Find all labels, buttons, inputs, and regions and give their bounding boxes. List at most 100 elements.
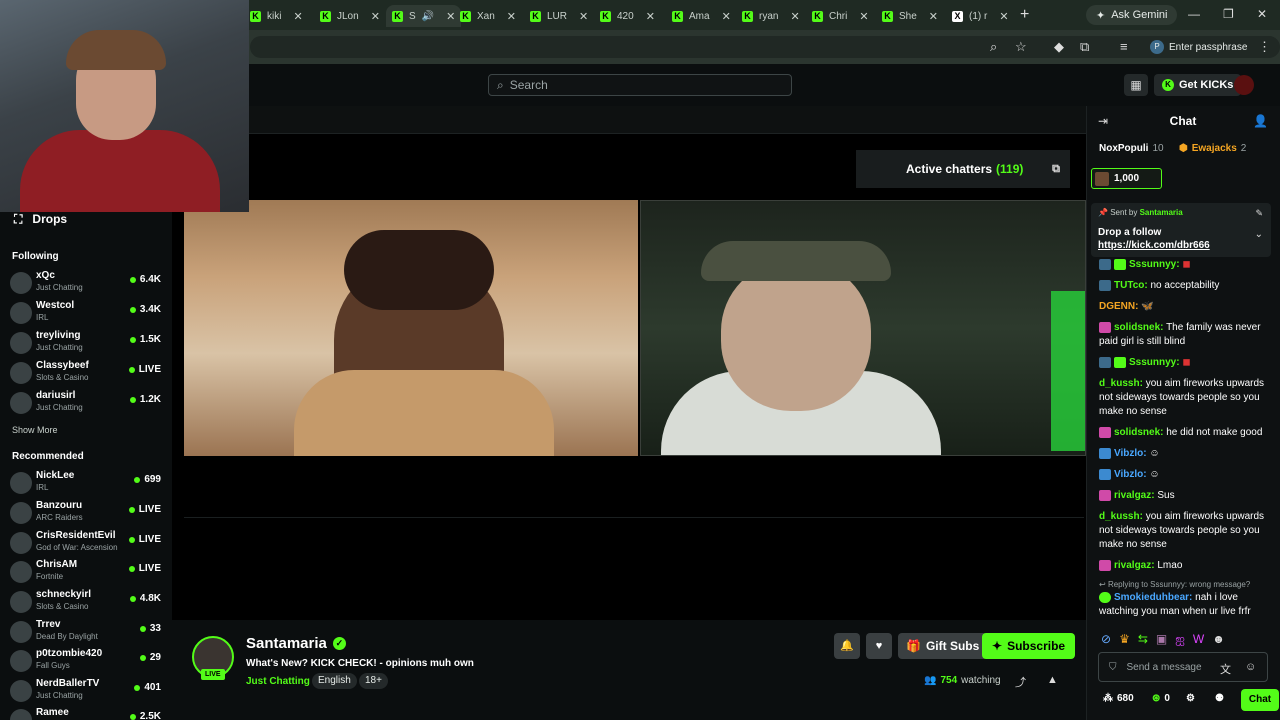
sidebar-channel[interactable]: Ramee 2.5K [10,707,165,720]
emote-icon[interactable]: ⊘ [1101,632,1111,648]
close-tab-icon[interactable]: ✕ [579,10,588,23]
sidebar-channel[interactable]: NerdBallerTV Just Chatting 401 [10,678,165,706]
streamer-name[interactable]: Santamaria ✓ [246,635,346,652]
share-icon[interactable]: ⤴ [1015,674,1026,690]
layout-icon[interactable]: ▦ [1124,74,1148,96]
emote-icon[interactable]: ⇆ [1138,632,1148,648]
media-icon[interactable]: ≡ [1120,39,1128,54]
browser-tab[interactable]: K Xan ✕ [460,5,516,27]
subscribe-button[interactable]: ✦ Subscribe [982,633,1076,659]
gift-subs-button[interactable]: 🎁 Gift Subs [898,633,988,659]
sidebar-channel[interactable]: p0tzombie420 Fall Guys 29 [10,648,165,676]
sidebar-channel[interactable]: dariusirl Just Chatting 1.2K [10,390,165,418]
close-tab-icon[interactable]: ✕ [507,10,516,23]
tip-highlight[interactable]: 1,000 [1091,168,1162,189]
close-tab-icon[interactable]: ✕ [722,10,731,23]
sidebar-channel[interactable]: treyliving Just Chatting 1.5K [10,330,165,358]
browser-tab[interactable]: X (1) r ✕ [952,5,1009,27]
sidebar-channel[interactable]: Westcol IRL 3.4K [10,300,165,328]
browser-tab[interactable]: K Ama ✕ [672,5,731,27]
emote-icon[interactable]: ♛ [1119,632,1130,648]
tag-language[interactable]: English [312,673,357,689]
audio-icon[interactable]: 🔊 [422,11,434,22]
bookmark-star-icon[interactable]: ☆ [1015,39,1027,55]
chat-message[interactable]: solidsnek: he did not make good [1099,426,1269,440]
chat-message[interactable]: d_kussh: you aim fireworks upwards not s… [1099,377,1269,419]
active-chatters-panel[interactable]: Active chatters (119) ⧉ [856,150,1070,188]
top-tipper[interactable]: ⬢ Ewajacks 2 [1179,143,1246,154]
sidebar-channel[interactable]: NickLee IRL 699 [10,470,165,498]
chat-message[interactable]: rivalgaz: Sus [1099,489,1269,503]
translate-icon[interactable]: 文 [1220,661,1231,677]
unpin-icon[interactable]: ✎ [1255,208,1263,219]
search-input[interactable]: ⌕ Search [488,74,792,96]
pinned-link[interactable]: https://kick.com/dbr666 [1098,240,1210,251]
tag-mature[interactable]: 18+ [359,673,388,689]
close-window-icon[interactable]: ✕ [1257,7,1267,21]
chat-message[interactable]: Sssunnyy: ◼ [1099,258,1269,272]
browser-tab[interactable]: K JLon ✕ [320,5,380,27]
close-tab-icon[interactable]: ✕ [371,10,380,23]
sidebar-channel[interactable]: ChrisAM Fortnite LIVE [10,559,165,587]
chat-message[interactable]: d_kussh: you aim fireworks upwards not s… [1099,510,1269,552]
sidebar-channel[interactable]: Banzouru ARC Raiders LIVE [10,500,165,528]
zoom-icon[interactable]: ⌕ [990,39,997,55]
chat-message[interactable]: rivalgaz: Lmao [1099,559,1269,573]
browser-tab[interactable]: K 420 ✕ [600,5,655,27]
emoji-icon[interactable]: ☺ [1245,661,1256,673]
browser-tab[interactable]: K LUR ✕ [530,5,588,27]
close-tab-icon[interactable]: ✕ [999,10,1008,23]
browser-tab[interactable]: K Chri ✕ [812,5,869,27]
browser-tab[interactable]: Kryan ✕ [742,5,800,27]
chat-message[interactable]: Vibzlo: ☺ [1099,447,1269,461]
emote-icon[interactable]: W [1193,632,1204,648]
extension-icon[interactable]: ◆ [1054,39,1064,55]
points-balance[interactable]: ⁂ 680 [1103,693,1134,704]
emote-menu-icon[interactable]: ⚉ [1215,693,1224,704]
browser-tab[interactable]: K She ✕ [882,5,938,27]
sidebar-channel[interactable]: Trrev Dead By Daylight 33 [10,619,165,647]
puzzle-icon[interactable]: ⧉ [1080,39,1089,55]
emote-icon[interactable]: ஐ [1175,632,1185,648]
ask-gemini-button[interactable]: ✦ Ask Gemini [1086,5,1178,25]
menu-dots-icon[interactable]: ⋮ [1258,39,1271,55]
chat-message[interactable]: TUTco: no acceptability [1099,279,1269,293]
chat-message[interactable]: solidsnek: The family was never paid gir… [1099,321,1269,349]
show-more-link[interactable]: Show More [12,425,58,435]
pinned-message[interactable]: 📌 Sent by Santamaria ✎ Drop a follow htt… [1091,203,1271,257]
notification-bell-button[interactable]: 🔔 [834,633,860,659]
emote-icon[interactable]: ☻ [1212,632,1225,648]
close-tab-icon[interactable]: ✕ [293,10,302,23]
popout-icon[interactable]: ⧉ [1052,163,1060,176]
browser-tab[interactable]: Kkiki ✕ [250,5,303,27]
close-tab-icon[interactable]: ✕ [790,10,799,23]
drops-link[interactable]: ⛶ Drops [14,212,67,227]
sidebar-channel[interactable]: CrisResidentEvil God of War: Ascension LIV… [10,530,165,558]
stream-category[interactable]: Just Chatting [246,676,310,687]
kicks-balance[interactable]: ⊛ 0 [1152,693,1170,704]
top-tipper[interactable]: NoxPopuli 10 [1099,143,1164,154]
restore-icon[interactable]: ❐ [1223,7,1234,21]
chat-message[interactable]: Sssunnyy: ◼ [1099,356,1269,370]
chat-message[interactable]: Smokieduhbear: nah i love watching you m… [1099,591,1269,619]
follow-heart-button[interactable]: ♥ [866,633,892,659]
close-tab-icon[interactable]: ✕ [929,10,938,23]
chat-message[interactable]: Vibzlo: ☺ [1099,468,1269,482]
chat-message[interactable]: DGENN: 🦋 [1099,300,1269,314]
sidebar-channel[interactable]: Classybeef Slots & Casino LIVE [10,360,165,388]
chevron-down-icon[interactable]: ⌄ [1255,229,1263,240]
minimize-icon[interactable]: — [1188,7,1200,21]
emote-icon[interactable]: ▣ [1156,632,1167,648]
user-avatar[interactable] [1234,75,1254,95]
close-tab-icon[interactable]: ✕ [646,10,655,23]
close-tab-icon[interactable]: ✕ [446,10,455,23]
sidebar-channel[interactable]: schneckyirl Slots & Casino 4.8K [10,589,165,617]
emote-bar[interactable]: ⊘ ♛ ⇆ ▣ ஐ W ☻ [1101,632,1225,648]
user-settings-icon[interactable]: 👤 [1253,114,1268,128]
sidebar-channel[interactable]: xQc Just Chatting 6.4K [10,270,165,298]
settings-icon[interactable]: ⚙ [1186,693,1195,704]
passphrase-button[interactable]: P Enter passphrase [1150,37,1247,57]
get-kicks-button[interactable]: K Get KICKs [1154,74,1242,96]
browser-tab-active[interactable]: K S 🔊 ✕ [386,5,462,27]
close-tab-icon[interactable]: ✕ [859,10,868,23]
